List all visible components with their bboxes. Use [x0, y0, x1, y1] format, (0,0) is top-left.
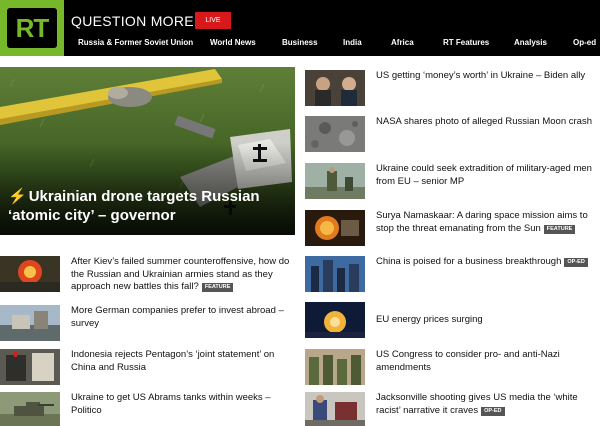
article-headline[interactable]: NASA shares photo of alleged Russian Moo…: [376, 116, 600, 129]
nav-item-analysis[interactable]: Analysis: [514, 38, 547, 47]
list-item[interactable]: Ukraine could seek extradition of milita…: [305, 163, 600, 199]
op-ed-badge: OP-ED: [481, 406, 505, 416]
article-headline[interactable]: Ukraine to get US Abrams tanks within we…: [71, 392, 295, 417]
article-title: EU energy prices surging: [376, 314, 483, 325]
hero-headline-text: Ukrainian drone targets Russian ‘atomic …: [8, 188, 260, 224]
nav-item-business[interactable]: Business: [282, 38, 318, 47]
hero-article[interactable]: ⚡ Ukrainian drone targets Russian ‘atomic…: [0, 67, 295, 235]
site-tagline: QUESTION MORE: [71, 13, 194, 29]
article-headline[interactable]: Surya Namaskaar: A daring space mission …: [376, 210, 600, 235]
article-title: Ukraine could seek extradition of milita…: [376, 163, 592, 187]
article-thumbnail: [305, 349, 365, 385]
article-title: After Kiev’s failed summer counteroffens…: [71, 256, 290, 292]
article-thumbnail: [305, 210, 365, 246]
article-title: Jacksonville shooting gives US media the…: [376, 392, 578, 416]
hero-headline[interactable]: ⚡ Ukrainian drone targets Russian ‘atomic…: [8, 187, 288, 225]
article-title: Ukraine to get US Abrams tanks within we…: [71, 392, 271, 416]
article-title: US getting ‘money’s worth’ in Ukraine – …: [376, 70, 586, 81]
nav-item-world-news[interactable]: World News: [210, 38, 256, 47]
list-item[interactable]: Surya Namaskaar: A daring space mission …: [305, 210, 600, 246]
article-title: China is poised for a business breakthro…: [376, 256, 562, 267]
list-item[interactable]: China is poised for a business breakthro…: [305, 256, 600, 292]
live-button[interactable]: LIVE: [195, 12, 231, 29]
nav-item-rt-features[interactable]: RT Features: [443, 38, 489, 47]
article-headline[interactable]: After Kiev’s failed summer counteroffens…: [71, 256, 295, 294]
nav-item-africa[interactable]: Africa: [391, 38, 414, 47]
nav-item-russia[interactable]: Russia & Former Soviet Union: [78, 38, 193, 47]
article-title: More German companies prefer to invest a…: [71, 305, 284, 329]
article-title: US Congress to consider pro- and anti-Na…: [376, 349, 560, 373]
lightning-icon: ⚡: [8, 188, 27, 205]
list-item[interactable]: Ukraine to get US Abrams tanks within we…: [0, 392, 295, 426]
article-headline[interactable]: US Congress to consider pro- and anti-Na…: [376, 349, 600, 374]
article-title: Indonesia rejects Pentagon’s ‘joint stat…: [71, 349, 275, 373]
article-headline[interactable]: US getting ‘money’s worth’ in Ukraine – …: [376, 70, 600, 83]
article-thumbnail: [305, 256, 365, 292]
op-ed-badge: OP-ED: [564, 258, 588, 267]
article-thumbnail: [305, 302, 365, 338]
nav-item-india[interactable]: India: [343, 38, 362, 47]
article-thumbnail: [305, 116, 365, 152]
article-headline[interactable]: China is poised for a business breakthro…: [376, 256, 600, 269]
article-thumbnail: [0, 392, 60, 426]
list-item[interactable]: NASA shares photo of alleged Russian Moo…: [305, 116, 600, 152]
article-thumbnail: [305, 70, 365, 106]
article-headline[interactable]: Indonesia rejects Pentagon’s ‘joint stat…: [71, 349, 295, 374]
article-headline[interactable]: More German companies prefer to invest a…: [71, 305, 295, 330]
article-thumbnail: [0, 256, 60, 292]
article-thumbnail: [305, 163, 365, 199]
article-title: NASA shares photo of alleged Russian Moo…: [376, 116, 592, 127]
list-item[interactable]: More German companies prefer to invest a…: [0, 305, 295, 341]
nav-item-op-ed[interactable]: Op-ed: [573, 38, 596, 47]
main-nav: Russia & Former Soviet Union World News …: [0, 38, 600, 52]
article-headline[interactable]: Jacksonville shooting gives US media the…: [376, 392, 600, 417]
feature-badge: FEATURE: [201, 283, 234, 292]
article-headline[interactable]: EU energy prices surging: [376, 314, 600, 327]
feature-badge: FEATURE: [543, 224, 576, 234]
article-thumbnail: [0, 305, 60, 341]
list-item[interactable]: US getting ‘money’s worth’ in Ukraine – …: [305, 70, 600, 106]
article-thumbnail: [0, 349, 60, 385]
article-thumbnail: [305, 392, 365, 426]
list-item[interactable]: EU energy prices surging: [305, 302, 600, 338]
site-header: RT QUESTION MORE LIVE Russia & Former So…: [0, 0, 600, 56]
list-item[interactable]: Jacksonville shooting gives US media the…: [305, 392, 600, 426]
article-headline[interactable]: Ukraine could seek extradition of milita…: [376, 163, 600, 188]
list-item[interactable]: US Congress to consider pro- and anti-Na…: [305, 349, 600, 385]
list-item[interactable]: Indonesia rejects Pentagon’s ‘joint stat…: [0, 349, 295, 385]
list-item[interactable]: After Kiev’s failed summer counteroffens…: [0, 256, 295, 292]
